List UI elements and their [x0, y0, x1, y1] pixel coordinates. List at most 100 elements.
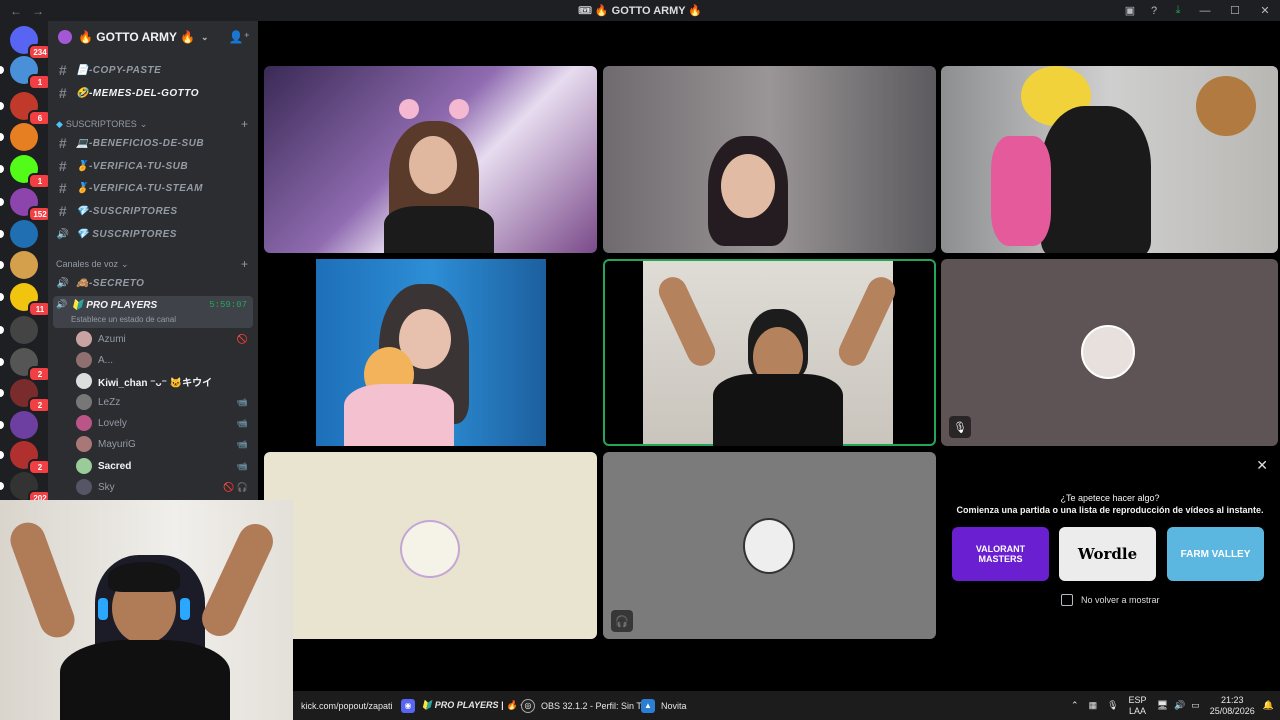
chevron-up-icon[interactable]: ⌃ [1071, 700, 1079, 711]
video-tile-avatar[interactable]: 🎧 [603, 452, 936, 639]
member-name: LeZz [98, 396, 121, 408]
minimize-icon[interactable]: — [1190, 0, 1220, 21]
channel-beneficios[interactable]: # 💻-BENEFICIOS-DE-SUB [54, 133, 252, 153]
task-label: Novita [661, 700, 687, 711]
channel-suscriptores-voice[interactable]: 🔊 💎 SUSCRIPTORES [54, 224, 252, 244]
channel-memes[interactable]: # 🤣-MEMES-DEL-GOTTO [54, 83, 252, 103]
voice-member[interactable]: Kiwi_chan ⁻ᴗ⁻ 🐱キウイ [76, 371, 252, 391]
close-icon[interactable]: ✕ [1256, 457, 1268, 474]
battery-icon[interactable]: ▭ [1191, 700, 1200, 711]
add-member-icon[interactable]: 👤⁺ [229, 30, 250, 44]
monitor-icon[interactable]: 🖥 [1157, 700, 1168, 711]
video-tile[interactable] [264, 259, 597, 446]
video-tile[interactable] [941, 66, 1278, 253]
language-indicator[interactable]: ESP LAA [1129, 695, 1147, 717]
avatar [76, 436, 92, 452]
checkbox[interactable] [1061, 594, 1073, 606]
close-icon[interactable]: ✕ [1250, 0, 1280, 21]
speaker-icon: 🔊 [56, 299, 68, 309]
voice-member[interactable]: Sacred 📹 [76, 456, 252, 476]
video-tile[interactable] [264, 66, 597, 253]
add-channel-icon[interactable]: + [241, 257, 248, 271]
hash-icon: # [58, 135, 68, 151]
hash-icon: # [58, 62, 68, 78]
voice-channel-pro-players[interactable]: 🔊 🔰 PRO PLAYERS 5:59:07 Establece un est… [53, 296, 253, 328]
volume-icon[interactable]: 🔊 [1174, 700, 1185, 711]
avatar [76, 373, 92, 389]
server-icon[interactable]: 152 [0, 188, 52, 222]
server-icon[interactable] [0, 220, 38, 248]
avatar [743, 518, 795, 574]
download-icon[interactable]: ⤓ [1166, 0, 1190, 21]
server-icon[interactable]: 234 [10, 26, 52, 60]
add-channel-icon[interactable]: + [241, 117, 248, 131]
microphone-icon[interactable]: 🎙 [1107, 700, 1118, 711]
server-icon[interactable]: 2 [0, 348, 52, 382]
chevron-down-icon: ⌄ [121, 258, 129, 269]
server-rail: 234 1 6 1 152 11 2 2 2 202 [0, 21, 52, 506]
maximize-icon[interactable]: ☐ [1220, 0, 1250, 21]
video-tile-speaking[interactable] [603, 259, 936, 446]
task-obs[interactable]: ◎ OBS 32.1.2 - Perfil: Sin Tí [521, 691, 644, 720]
video-tile[interactable] [603, 66, 936, 253]
voice-member[interactable]: MayuriG 📹 [76, 434, 252, 454]
clock[interactable]: 21:23 25/08/2026 [1210, 695, 1255, 717]
server-icon[interactable]: 202 [0, 472, 52, 506]
activity-card-valorant[interactable]: VALORANT MASTERS [952, 527, 1049, 581]
voice-member[interactable]: A... [76, 350, 252, 370]
video-tile-avatar[interactable]: 🎙 [941, 259, 1278, 446]
channel-label: 🏅-VERIFICA-TU-SUB [76, 160, 189, 172]
channel-verifica-sub[interactable]: # 🏅-VERIFICA-TU-SUB [54, 156, 252, 176]
forward-arrow-icon[interactable]: → [32, 4, 44, 18]
server-icon[interactable]: 1 [0, 155, 52, 189]
participant-video [1041, 106, 1151, 253]
server-icon[interactable]: 2 [0, 379, 52, 413]
category-voice[interactable]: Canales de voz ⌄ + [56, 256, 250, 272]
task-browser[interactable]: kick.com/popout/zapati [301, 691, 393, 720]
channel-copy-paste[interactable]: # 📄-COPY-PASTE [54, 60, 252, 80]
inbox-icon[interactable]: ▣ [1118, 0, 1142, 21]
video-tile-avatar[interactable] [264, 452, 597, 639]
server-icon[interactable]: 1 [0, 56, 52, 90]
task-novita[interactable]: ▲ Novita [641, 691, 687, 720]
voice-member[interactable]: Lovely 📹 [76, 413, 252, 433]
avatar [76, 415, 92, 431]
doll-body [344, 384, 454, 446]
category-suscriptores[interactable]: ◆ SUSCRIPTORES ⌄ + [56, 116, 250, 132]
activity-title: Wordle [1077, 545, 1138, 563]
help-icon[interactable]: ? [1142, 0, 1166, 21]
cat-ear-headset [449, 99, 469, 119]
tray-app-icon[interactable]: ▦ [1089, 700, 1098, 711]
voice-member[interactable]: LeZz 📹 [76, 392, 252, 412]
channel-verifica-steam[interactable]: # 🏅-VERIFICA-TU-STEAM [54, 178, 252, 198]
unread-pill [0, 165, 4, 173]
member-name: Sky [98, 481, 115, 493]
server-icon[interactable] [0, 123, 38, 151]
server-icon[interactable]: 6 [0, 92, 52, 126]
server-icon[interactable] [0, 411, 38, 439]
activity-card-wordle[interactable]: Wordle [1059, 527, 1156, 581]
title-bar: ← → 🎟 🔥 GOTTO ARMY 🔥 ▣ ? ⤓ — ☐ ✕ [0, 0, 1280, 21]
muted-mic-icon: 🎙 [949, 416, 971, 438]
voice-member[interactable]: Azumi 🚫 [76, 329, 252, 349]
set-channel-status[interactable]: Establece un estado de canal [71, 315, 176, 324]
app-icon: ▲ [641, 698, 655, 713]
server-icon[interactable] [0, 316, 38, 344]
member-name: Lovely [98, 417, 127, 429]
task-discord[interactable]: ◉ 🔰 PRO PLAYERS | 🔥 · [401, 691, 523, 720]
voice-channel-secreto[interactable]: 🔊 🙈-SECRETO [54, 273, 252, 293]
unread-pill [0, 451, 4, 459]
voice-member[interactable]: Sky 🚫 🎧 [76, 477, 252, 497]
server-icon[interactable] [0, 251, 38, 279]
activity-card-farm[interactable]: FARM VALLEY [1167, 527, 1264, 581]
channel-suscriptores-text[interactable]: # 💎-SUSCRIPTORES [54, 201, 252, 221]
member-status-icon: 🚫 [236, 333, 248, 344]
dont-show-again[interactable]: No volver a mostrar [1061, 594, 1160, 606]
server-icon[interactable]: 2 [0, 441, 52, 475]
unread-pill [0, 102, 4, 110]
server-icon[interactable]: 11 [0, 283, 52, 317]
shirt [713, 374, 843, 446]
back-arrow-icon[interactable]: ← [10, 4, 22, 18]
guild-header[interactable]: 🔥 GOTTO ARMY 🔥 ⌄ [48, 21, 258, 53]
notification-icon[interactable]: 🔔 [1263, 700, 1274, 711]
